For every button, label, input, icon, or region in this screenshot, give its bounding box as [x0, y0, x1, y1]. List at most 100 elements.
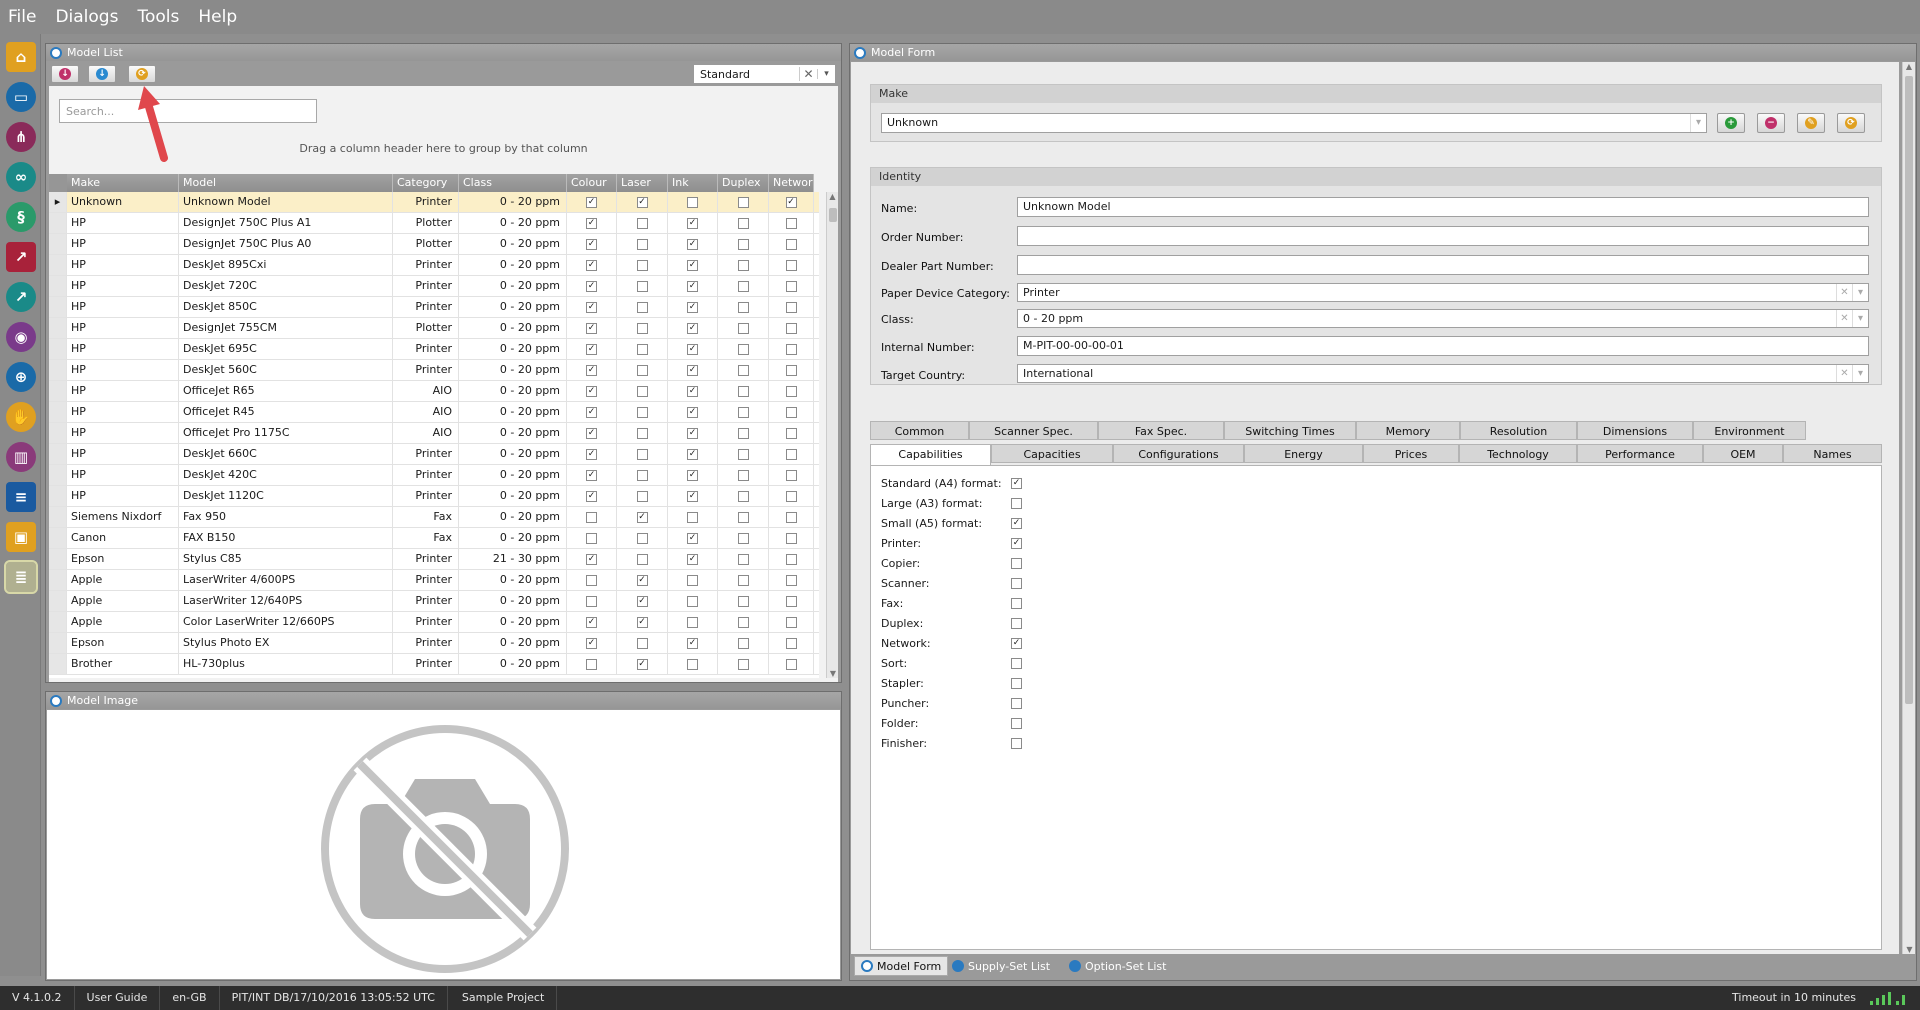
- laser-checkbox[interactable]: [636, 406, 648, 418]
- form-scrollbar[interactable]: ▲ ▼: [1902, 62, 1915, 954]
- tab-model-form[interactable]: Model Form: [854, 956, 949, 976]
- laser-checkbox[interactable]: ✓: [636, 595, 648, 607]
- row-indicator[interactable]: [49, 297, 67, 317]
- colour-checkbox[interactable]: [586, 595, 597, 607]
- colour-checkbox[interactable]: ✓: [586, 406, 597, 418]
- ink-checkbox[interactable]: ✓: [687, 217, 698, 229]
- category-select[interactable]: Printer ✕ ▾: [1017, 283, 1869, 302]
- row-indicator[interactable]: [49, 276, 67, 296]
- laser-checkbox[interactable]: ✓: [636, 511, 648, 523]
- target-icon[interactable]: ⊕: [6, 362, 36, 392]
- view-select[interactable]: Standard ✕ ▾: [693, 64, 836, 84]
- tab-scanner-spec[interactable]: Scanner Spec.: [969, 421, 1098, 440]
- colour-checkbox[interactable]: ✓: [586, 301, 597, 313]
- laser-checkbox[interactable]: [636, 469, 648, 481]
- network-checkbox[interactable]: [785, 280, 797, 292]
- user-guide-link[interactable]: User Guide: [75, 986, 161, 1010]
- capability-checkbox[interactable]: [1011, 658, 1022, 669]
- capability-checkbox[interactable]: [1011, 718, 1022, 729]
- network-checkbox[interactable]: [785, 637, 797, 649]
- colour-checkbox[interactable]: ✓: [586, 343, 597, 355]
- table-row[interactable]: Epson Stylus Photo EX Printer 0 - 20 ppm ✓ ✓: [49, 633, 819, 654]
- colour-checkbox[interactable]: [586, 511, 597, 523]
- ink-checkbox[interactable]: ✓: [687, 469, 698, 481]
- colour-checkbox[interactable]: [586, 658, 597, 670]
- ink-checkbox[interactable]: [687, 616, 698, 628]
- briefcase-icon[interactable]: ▣: [6, 522, 36, 552]
- network-checkbox[interactable]: [785, 616, 797, 628]
- grid-scrollbar[interactable]: ▲ ▼: [826, 192, 838, 678]
- network-checkbox[interactable]: [785, 238, 797, 250]
- laser-checkbox[interactable]: [636, 532, 648, 544]
- row-indicator[interactable]: [49, 444, 67, 464]
- clear-icon[interactable]: ✕: [1836, 284, 1852, 301]
- laser-checkbox[interactable]: [636, 637, 648, 649]
- duplex-checkbox[interactable]: [737, 658, 749, 670]
- ink-checkbox[interactable]: ✓: [687, 364, 698, 376]
- ink-checkbox[interactable]: ✓: [687, 280, 698, 292]
- laser-checkbox[interactable]: [636, 217, 648, 229]
- network-checkbox[interactable]: [785, 406, 797, 418]
- laser-checkbox[interactable]: [636, 553, 648, 565]
- col-laser[interactable]: Laser: [617, 174, 668, 192]
- colour-checkbox[interactable]: ✓: [586, 259, 597, 271]
- table-row[interactable]: HP DeskJet 720C Printer 0 - 20 ppm ✓ ✓: [49, 276, 819, 297]
- col-colour[interactable]: Colour: [567, 174, 617, 192]
- table-row[interactable]: Apple Color LaserWriter 12/660PS Printer 0 …: [49, 612, 819, 633]
- table-row[interactable]: Apple LaserWriter 12/640PS Printer 0 - 20 p…: [49, 591, 819, 612]
- network-checkbox[interactable]: [785, 343, 797, 355]
- clear-icon[interactable]: ✕: [799, 67, 817, 81]
- table-row[interactable]: HP OfficeJet R45 AIO 0 - 20 ppm ✓ ✓: [49, 402, 819, 423]
- duplex-checkbox[interactable]: [737, 448, 749, 460]
- tab-option-set-list[interactable]: Option-Set List: [1069, 956, 1166, 976]
- clear-icon[interactable]: ✕: [1836, 310, 1852, 327]
- row-indicator[interactable]: [49, 654, 67, 674]
- refresh-make-button[interactable]: ⟳: [1837, 113, 1865, 133]
- network-checkbox[interactable]: [785, 490, 797, 502]
- scroll-down-icon[interactable]: ▼: [827, 669, 839, 678]
- ink-checkbox[interactable]: [687, 574, 698, 586]
- row-indicator[interactable]: [49, 591, 67, 611]
- row-indicator[interactable]: [49, 255, 67, 275]
- ink-checkbox[interactable]: ✓: [687, 343, 698, 355]
- ink-checkbox[interactable]: ✓: [687, 448, 698, 460]
- class-select[interactable]: 0 - 20 ppm ✕ ▾: [1017, 309, 1869, 328]
- ink-checkbox[interactable]: [687, 511, 698, 523]
- laser-checkbox[interactable]: ✓: [636, 658, 648, 670]
- colour-checkbox[interactable]: ✓: [586, 553, 597, 565]
- table-row[interactable]: Canon FAX B150 Fax 0 - 20 ppm ✓: [49, 528, 819, 549]
- chevron-down-icon[interactable]: ▾: [1852, 365, 1868, 382]
- colour-checkbox[interactable]: ✓: [586, 448, 597, 460]
- row-indicator[interactable]: [49, 507, 67, 527]
- menu-dialogs[interactable]: Dialogs: [55, 7, 118, 27]
- network-checkbox[interactable]: [785, 322, 797, 334]
- ink-checkbox[interactable]: ✓: [687, 490, 698, 502]
- duplex-checkbox[interactable]: [737, 364, 749, 376]
- colour-checkbox[interactable]: ✓: [586, 217, 597, 229]
- table-row[interactable]: HP DeskJet 850C Printer 0 - 20 ppm ✓ ✓: [49, 297, 819, 318]
- laser-checkbox[interactable]: [636, 343, 648, 355]
- row-indicator[interactable]: [49, 486, 67, 506]
- duplex-checkbox[interactable]: [737, 406, 749, 418]
- row-indicator[interactable]: [49, 402, 67, 422]
- clear-icon[interactable]: ✕: [1836, 365, 1852, 382]
- capability-checkbox[interactable]: [1011, 678, 1022, 689]
- tab-environment[interactable]: Environment: [1693, 421, 1806, 440]
- tab-fax-spec[interactable]: Fax Spec.: [1098, 421, 1224, 440]
- document-icon[interactable]: ≡: [6, 482, 36, 512]
- tab-dimensions[interactable]: Dimensions: [1577, 421, 1693, 440]
- remove-make-button[interactable]: −: [1757, 113, 1785, 133]
- network-checkbox[interactable]: [785, 658, 797, 670]
- capability-checkbox[interactable]: [1011, 618, 1022, 629]
- table-row[interactable]: HP DeskJet 660C Printer 0 - 20 ppm ✓ ✓: [49, 444, 819, 465]
- ink-checkbox[interactable]: ✓: [687, 259, 698, 271]
- laser-checkbox[interactable]: [636, 490, 648, 502]
- row-indicator[interactable]: [49, 339, 67, 359]
- network-checkbox[interactable]: [785, 385, 797, 397]
- network-checkbox[interactable]: [785, 364, 797, 376]
- ink-checkbox[interactable]: ✓: [687, 637, 698, 649]
- chevron-down-icon[interactable]: ▾: [817, 69, 835, 79]
- colour-checkbox[interactable]: ✓: [586, 637, 597, 649]
- order-number-field[interactable]: [1017, 226, 1869, 246]
- row-indicator[interactable]: ▸: [49, 192, 67, 212]
